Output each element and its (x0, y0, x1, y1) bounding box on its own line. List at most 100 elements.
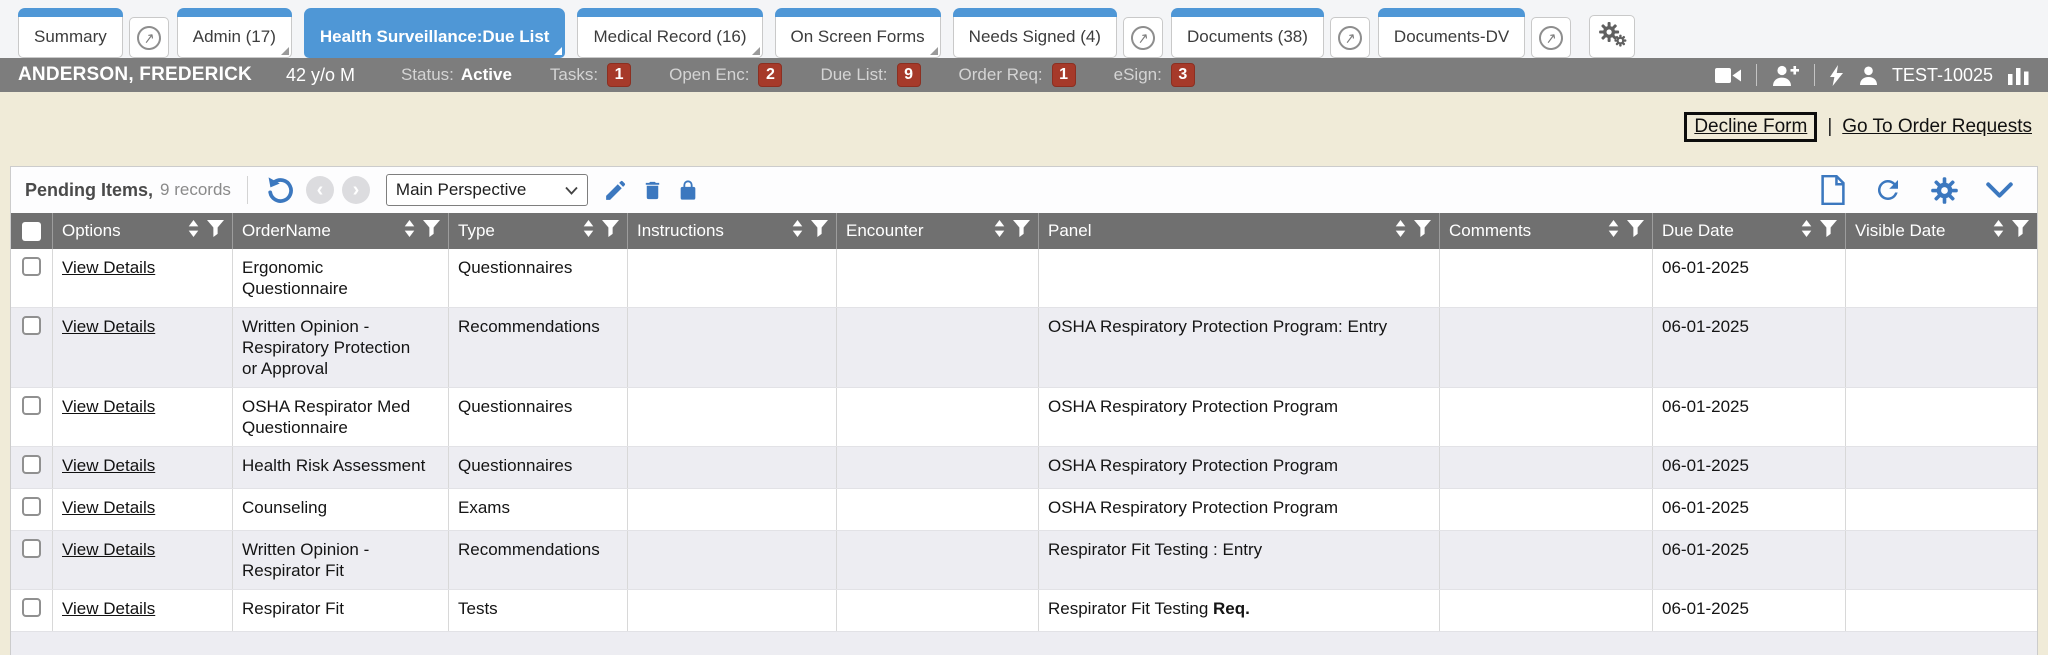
person-icon[interactable] (1860, 66, 1877, 85)
row-checkbox[interactable] (22, 396, 41, 415)
cell-order-name: Counseling (233, 489, 449, 530)
sort-icon[interactable] (1801, 220, 1812, 242)
due-list-count-badge[interactable]: 9 (897, 63, 921, 87)
column-header-visible-date[interactable]: Visible Date (1846, 213, 2037, 249)
collapse-chevron-icon[interactable] (1986, 182, 2013, 198)
row-checkbox[interactable] (22, 598, 41, 617)
filter-icon[interactable] (1414, 220, 1431, 242)
undo-icon[interactable] (266, 176, 294, 204)
perspective-value: Main Perspective (396, 180, 565, 200)
patient-age-sex: 42 y/o M (286, 65, 355, 86)
tasks-count-badge[interactable]: 1 (607, 63, 631, 87)
column-header-panel[interactable]: Panel (1039, 213, 1440, 249)
column-header-type[interactable]: Type (449, 213, 628, 249)
open-in-new-window-icon[interactable]: ↗ (1531, 17, 1571, 58)
cell-comments (1440, 489, 1653, 530)
tab-bar: Summary ↗ Admin (17) Health Surveillance… (0, 0, 2048, 58)
open-enc-count-badge[interactable]: 2 (758, 63, 782, 87)
row-checkbox[interactable] (22, 257, 41, 276)
cell-type: Questionnaires (449, 447, 628, 488)
select-all-checkbox[interactable] (22, 222, 41, 241)
video-camera-icon[interactable] (1715, 67, 1741, 84)
view-details-link[interactable]: View Details (62, 317, 155, 336)
order-req-count-badge[interactable]: 1 (1052, 63, 1076, 87)
esign-count-badge[interactable]: 3 (1171, 63, 1195, 87)
row-checkbox[interactable] (22, 497, 41, 516)
sort-icon[interactable] (404, 220, 415, 242)
column-header-comments[interactable]: Comments (1440, 213, 1653, 249)
sort-icon[interactable] (1608, 220, 1619, 242)
row-checkbox[interactable] (22, 539, 41, 558)
sort-icon[interactable] (188, 220, 199, 242)
edit-pencil-icon[interactable] (603, 178, 628, 203)
column-header-instructions[interactable]: Instructions (628, 213, 837, 249)
cell-comments (1440, 590, 1653, 631)
settings-gear-icon[interactable] (1930, 176, 1959, 205)
tab-needs-signed[interactable]: Needs Signed (4) (953, 8, 1117, 58)
open-in-new-window-icon[interactable]: ↗ (1330, 17, 1370, 58)
tab-documents-dv[interactable]: Documents-DV (1378, 8, 1525, 58)
filter-icon[interactable] (207, 220, 224, 242)
view-details-link[interactable]: View Details (62, 540, 155, 559)
cell-visible-date (1846, 388, 2037, 446)
open-in-new-window-icon[interactable]: ↗ (1123, 17, 1163, 58)
perspective-select[interactable]: Main Perspective (386, 174, 588, 206)
row-checkbox[interactable] (22, 316, 41, 335)
sort-icon[interactable] (994, 220, 1005, 242)
cell-comments (1440, 531, 1653, 589)
lock-icon[interactable] (677, 178, 699, 203)
view-details-link[interactable]: View Details (62, 456, 155, 475)
add-person-icon[interactable] (1772, 65, 1799, 86)
tab-on-screen-forms[interactable]: On Screen Forms (775, 8, 941, 58)
table-body: View Details Ergonomic Questionnaire Que… (11, 249, 2037, 655)
sort-icon[interactable] (792, 220, 803, 242)
bar-chart-icon[interactable] (2008, 65, 2030, 85)
previous-page-icon[interactable]: ‹ (306, 176, 334, 204)
sort-icon[interactable] (1993, 220, 2004, 242)
divider (1814, 64, 1815, 86)
filter-icon[interactable] (602, 220, 619, 242)
cell-instructions (628, 531, 837, 589)
view-details-link[interactable]: View Details (62, 599, 155, 618)
column-header-options[interactable]: Options (53, 213, 233, 249)
decline-form-link[interactable]: Decline Form (1684, 112, 1817, 142)
filter-icon[interactable] (1013, 220, 1030, 242)
status-label: Status: (401, 65, 454, 85)
go-to-order-requests-link[interactable]: Go To Order Requests (1842, 116, 2032, 138)
row-checkbox[interactable] (22, 455, 41, 474)
column-header-due-date[interactable]: Due Date (1653, 213, 1846, 249)
main-content: Decline Form | Go To Order Requests Pend… (0, 92, 2048, 655)
tab-health-surveillance-due-list[interactable]: Health Surveillance:Due List (304, 8, 566, 58)
view-details-link[interactable]: View Details (62, 498, 155, 517)
cell-panel: OSHA Respiratory Protection Program (1039, 489, 1440, 530)
filter-icon[interactable] (1627, 220, 1644, 242)
tab-summary[interactable]: Summary (18, 8, 123, 58)
tab-label: Documents-DV (1394, 27, 1509, 47)
grid-record-count: 9 records (160, 180, 231, 200)
tab-accent-stripe (577, 8, 762, 17)
tab-documents[interactable]: Documents (38) (1171, 8, 1324, 58)
filter-icon[interactable] (423, 220, 440, 242)
cell-due-date: 06-01-2025 (1653, 249, 1846, 307)
refresh-icon[interactable] (1873, 175, 1903, 205)
filter-icon[interactable] (1820, 220, 1837, 242)
sort-icon[interactable] (1395, 220, 1406, 242)
tab-accent-stripe (18, 8, 123, 17)
cell-visible-date (1846, 590, 2037, 631)
cell-order-name: Health Risk Assessment (233, 447, 449, 488)
tab-medical-record[interactable]: Medical Record (16) (577, 8, 762, 58)
column-header-encounter[interactable]: Encounter (837, 213, 1039, 249)
tab-settings-button[interactable] (1589, 15, 1635, 58)
new-document-icon[interactable] (1820, 175, 1846, 205)
filter-icon[interactable] (2012, 220, 2029, 242)
open-in-new-window-icon[interactable]: ↗ (129, 17, 169, 58)
delete-trash-icon[interactable] (641, 178, 664, 203)
next-page-icon[interactable]: › (342, 176, 370, 204)
filter-icon[interactable] (811, 220, 828, 242)
tab-admin[interactable]: Admin (17) (177, 8, 292, 58)
view-details-link[interactable]: View Details (62, 258, 155, 277)
column-header-ordername[interactable]: OrderName (233, 213, 449, 249)
view-details-link[interactable]: View Details (62, 397, 155, 416)
lightning-icon[interactable] (1830, 65, 1843, 86)
sort-icon[interactable] (583, 220, 594, 242)
